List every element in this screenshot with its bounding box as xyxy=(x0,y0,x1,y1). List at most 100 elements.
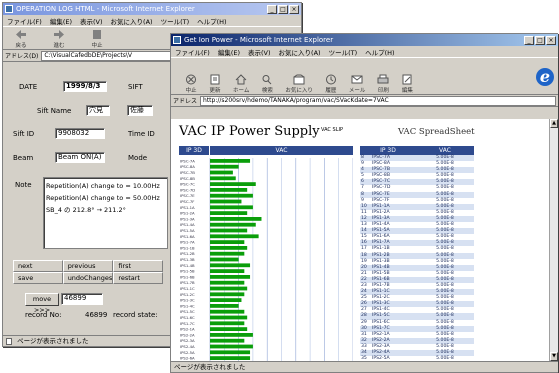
menu-edit[interactable]: 編集(E) xyxy=(50,16,72,26)
previous-button[interactable]: previous xyxy=(62,260,114,272)
menu-view[interactable]: 表示(V) xyxy=(80,16,103,26)
menu-file[interactable]: ファイル(F) xyxy=(7,16,42,26)
chart-category-label: IPS1-4C xyxy=(180,303,195,308)
menu-view[interactable]: 表示(V) xyxy=(248,47,271,57)
beam-field[interactable]: Beam ON(A) xyxy=(55,152,105,163)
chart-category-label: IPS1-5C xyxy=(180,309,195,314)
stop-icon xyxy=(93,30,101,39)
spreadsheet-title: VAC SpreadSheet xyxy=(398,127,475,137)
history-label: 履歴 xyxy=(325,88,337,94)
print-button[interactable]: 印刷 xyxy=(377,74,389,94)
move-record-field[interactable]: 46899 xyxy=(61,293,103,305)
undo-changes-button[interactable]: undoChanges xyxy=(62,272,114,284)
printer-icon xyxy=(377,74,389,84)
restart-button[interactable]: restart xyxy=(113,272,163,284)
chart-bar xyxy=(210,280,245,285)
history-button[interactable]: 履歴 xyxy=(325,74,337,94)
sift-id-field[interactable]: 9908032 xyxy=(55,128,105,139)
minimize-button[interactable]: _ xyxy=(524,35,534,45)
menu-tools[interactable]: ツール(T) xyxy=(161,16,190,26)
chart-bar xyxy=(210,356,251,360)
note-line: SB_4 の 212.8° → 211.2° xyxy=(46,206,126,214)
menu-help[interactable]: ヘルプ(H) xyxy=(197,16,226,26)
close-button[interactable]: × xyxy=(546,35,556,45)
mail-label: メール xyxy=(348,88,366,94)
vac-titlebar[interactable]: Get Ion Power - Microsoft Internet Explo… xyxy=(171,34,558,46)
window-title: Get Ion Power - Microsoft Internet Explo… xyxy=(184,36,334,44)
favorites-button[interactable]: お気に入り xyxy=(285,74,313,94)
chart-bar xyxy=(210,164,239,169)
minimize-button[interactable]: _ xyxy=(267,4,277,14)
home-button[interactable]: ホーム xyxy=(233,74,249,94)
sheet-header-ip: IP 3D xyxy=(380,147,396,154)
menu-file[interactable]: ファイル(F) xyxy=(175,47,210,57)
navigation-buttons: next previous first save undoChanges res… xyxy=(13,260,163,284)
vertical-scrollbar[interactable]: ▲ ▼ xyxy=(549,119,558,361)
chart-category-label: IPSC-7F xyxy=(180,199,194,204)
record-no-value: 46899 xyxy=(85,311,108,319)
home-icon xyxy=(235,74,247,85)
chart-bar xyxy=(210,269,245,273)
ie-logo-icon: e xyxy=(536,68,554,86)
print-label: 印刷 xyxy=(377,88,389,94)
first-button[interactable]: first xyxy=(113,260,163,272)
favorites-label: お気に入り xyxy=(285,88,313,94)
sift-name-field-2[interactable]: 佐藤 xyxy=(127,105,153,116)
stop-label: 中止 xyxy=(185,88,197,94)
date-label: DATE xyxy=(19,83,38,91)
chart-category-label: IPS1-5A xyxy=(180,228,195,233)
note-textarea[interactable]: Repetition(A) change to = 10.00Hz Repeti… xyxy=(43,177,168,249)
vac-window: Get Ion Power - Microsoft Internet Explo… xyxy=(170,33,558,373)
chart-category-label: IPSC-7D xyxy=(180,187,195,192)
record-state-label: record state: xyxy=(113,311,158,319)
status-bar: ページが表示されました xyxy=(171,361,558,372)
chart-bar xyxy=(210,211,248,215)
sift-name-field-1[interactable]: 穴見 xyxy=(86,105,110,116)
menu-edit[interactable]: 編集(E) xyxy=(218,47,240,57)
close-button[interactable]: × xyxy=(289,4,299,14)
operation-log-titlebar[interactable]: OPERATION LOG HTML - Microsoft Internet … xyxy=(3,3,301,15)
address-value: http://s200srv/hdemo/TANAKA/program/vac/… xyxy=(203,96,389,104)
menu-tools[interactable]: ツール(T) xyxy=(329,47,358,57)
scroll-up-arrow[interactable]: ▲ xyxy=(550,119,558,128)
maximize-button[interactable]: □ xyxy=(278,4,288,14)
page-title: VAC IP Power Supply xyxy=(179,124,320,139)
scroll-down-arrow[interactable]: ▼ xyxy=(550,352,558,361)
address-input[interactable]: http://s200srv/hdemo/TANAKA/program/vac/… xyxy=(200,95,556,106)
search-button[interactable]: 検索 xyxy=(261,74,273,94)
maximize-button[interactable]: □ xyxy=(535,35,545,45)
chart-bar xyxy=(210,159,251,163)
address-value: C:\VisualCafedbDE\Projects\V xyxy=(44,51,132,59)
save-button[interactable]: save xyxy=(13,272,63,284)
stop-label: 中止 xyxy=(91,43,103,49)
next-button[interactable]: next xyxy=(13,260,63,272)
chart-bar xyxy=(210,217,262,221)
favorites-icon xyxy=(293,74,305,85)
edit-button[interactable]: 編集 xyxy=(401,74,413,94)
chart-bar xyxy=(210,263,251,268)
menu-favorites[interactable]: お気に入り(A) xyxy=(279,47,321,57)
beam-label: Beam xyxy=(13,154,34,162)
chart-category-label: IPS1-6A xyxy=(180,234,195,239)
stop-button[interactable]: 中止 xyxy=(185,74,197,94)
chart-category-label: IPS1-7C xyxy=(180,321,195,326)
chart-category-label: IPS1-3A xyxy=(180,216,195,221)
menu-favorites[interactable]: お気に入り(A) xyxy=(111,16,153,26)
chart-bar xyxy=(210,344,253,349)
move-button[interactable]: move >>> xyxy=(25,293,59,314)
mail-button[interactable]: メール xyxy=(348,74,366,94)
chart-bar xyxy=(210,222,256,227)
chart-category-label: IPSC-7B xyxy=(180,170,195,175)
back-button[interactable]: 戻る xyxy=(15,29,27,49)
forward-button[interactable]: 進む xyxy=(53,29,65,49)
record-no-label: record No: xyxy=(25,311,62,319)
chart-category-label: IPS1-6B xyxy=(180,274,195,279)
history-icon xyxy=(325,74,336,85)
menu-help[interactable]: ヘルプ(H) xyxy=(365,47,394,57)
menu-bar: ファイル(F) 編集(E) 表示(V) お気に入り(A) ツール(T) ヘルプ(… xyxy=(3,15,301,26)
date-field[interactable]: 1999/8/3 xyxy=(63,81,107,92)
chart-category-label: IPS1-3B xyxy=(180,257,195,262)
stop-button[interactable]: 中止 xyxy=(91,29,103,49)
chart-category-label: IPS1-1C xyxy=(180,286,195,291)
refresh-button[interactable]: 更新 xyxy=(209,74,221,94)
